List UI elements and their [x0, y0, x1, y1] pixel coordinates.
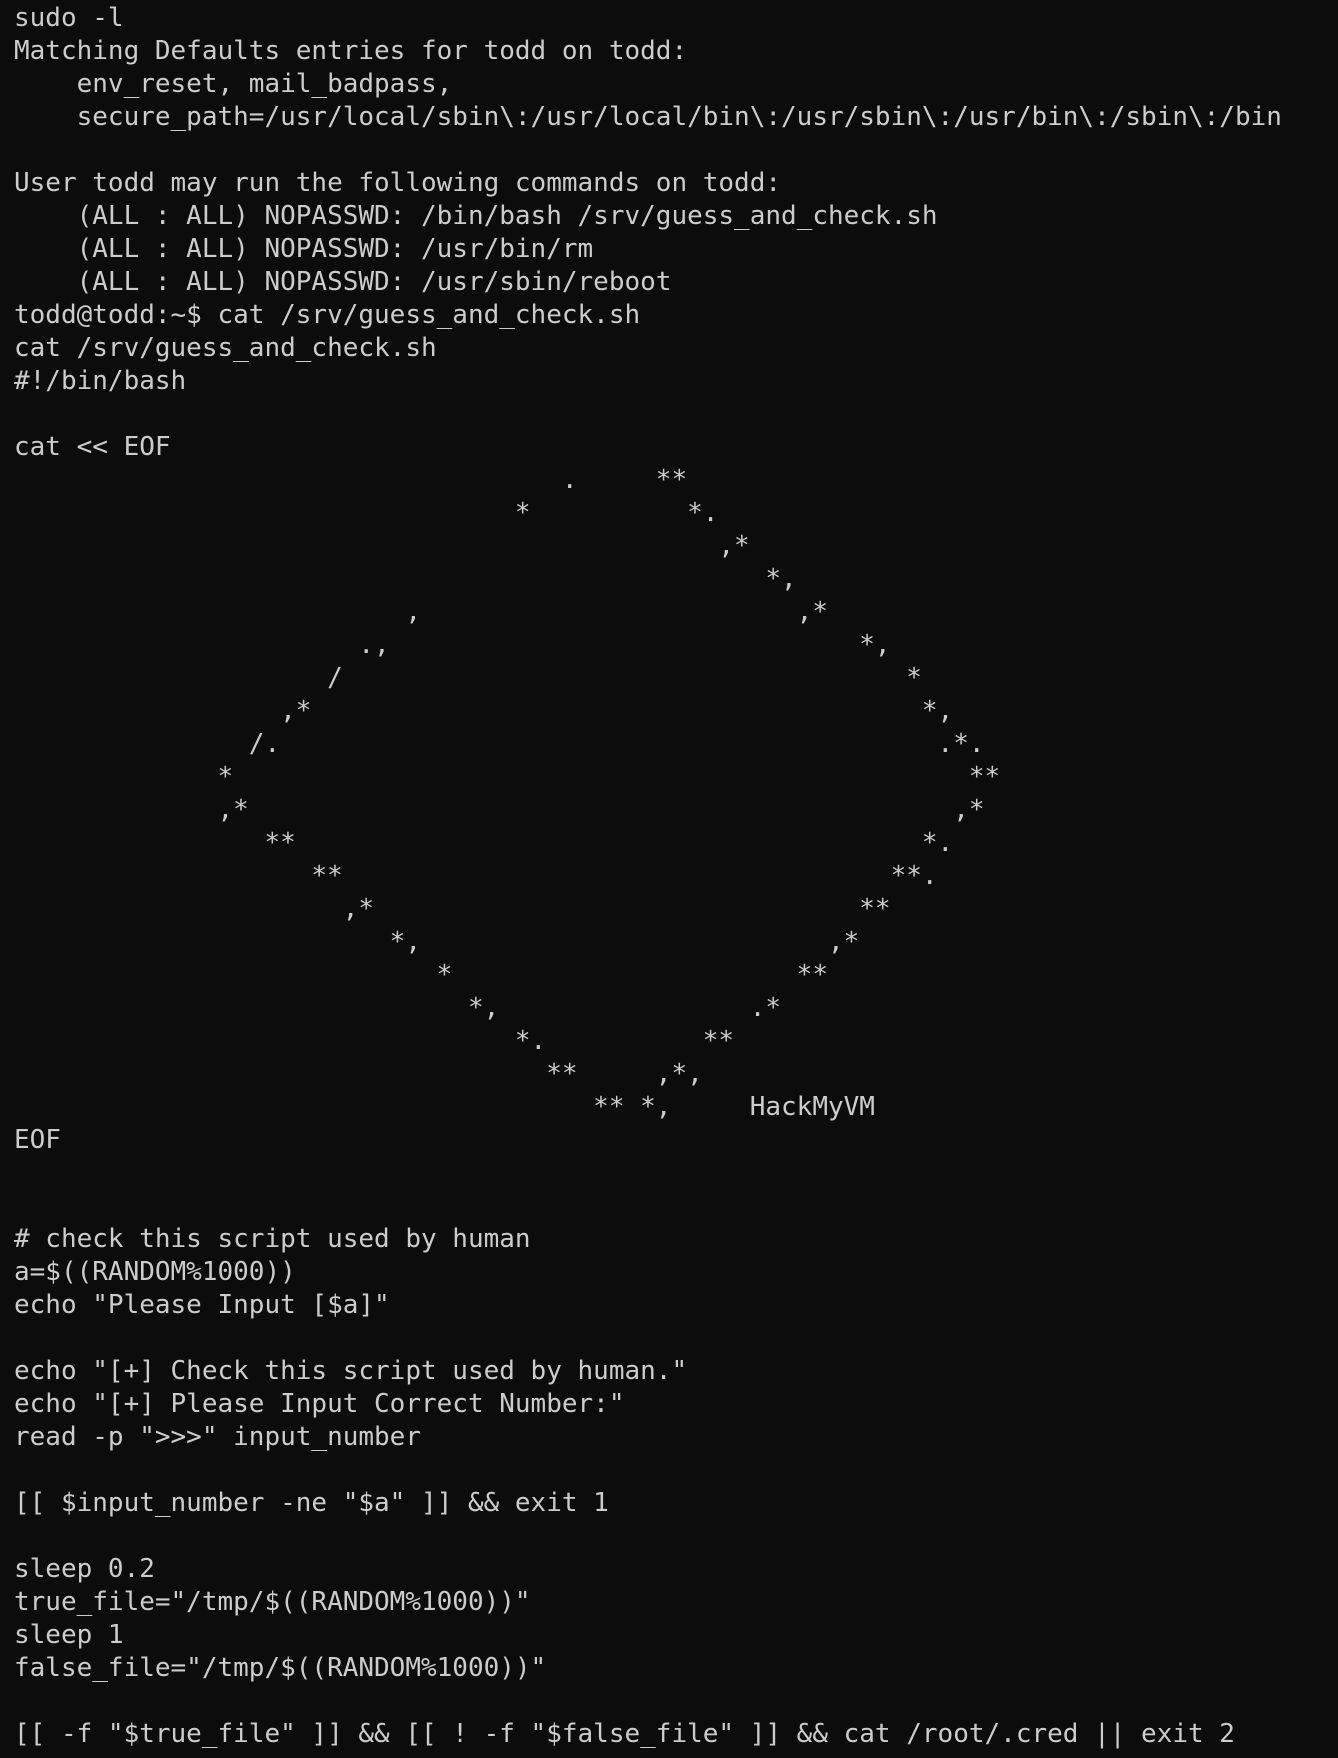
terminal-line: ,* **: [14, 894, 891, 924]
terminal-line: ** *.: [14, 828, 954, 858]
terminal-line: *, ,*: [14, 927, 860, 957]
terminal-line: ** **.: [14, 861, 938, 891]
terminal-line: cat << EOF: [14, 432, 171, 462]
terminal-line: (ALL : ALL) NOPASSWD: /usr/bin/rm: [14, 234, 594, 264]
terminal-line: . **: [14, 465, 688, 495]
terminal-line: echo "[+] Please Input Correct Number:": [14, 1389, 625, 1419]
terminal-line: *, .*: [14, 993, 782, 1023]
terminal-line: / *: [14, 663, 922, 693]
terminal-line: ,* ,*: [14, 795, 985, 825]
terminal-line: secure_path=/usr/local/sbin\:/usr/local/…: [14, 102, 1282, 132]
terminal-line: sudo -l: [14, 3, 124, 33]
terminal-line: cat /srv/guess_and_check.sh: [14, 333, 437, 363]
terminal-line: (ALL : ALL) NOPASSWD: /usr/sbin/reboot: [14, 267, 672, 297]
terminal-line: ,* *,: [14, 696, 954, 726]
terminal-line: read -p ">>>" input_number: [14, 1422, 421, 1452]
terminal-line: ., *,: [14, 630, 891, 660]
terminal-line: * **: [14, 762, 1001, 792]
terminal-line: (ALL : ALL) NOPASSWD: /bin/bash /srv/gue…: [14, 201, 938, 231]
terminal-line: echo "[+] Check this script used by huma…: [14, 1356, 688, 1386]
terminal-line: sleep 1: [14, 1620, 124, 1650]
terminal-line: # check this script used by human: [14, 1224, 531, 1254]
terminal-line: todd@todd:~$ cat /srv/guess_and_check.sh: [14, 300, 641, 330]
terminal-line: a=$((RANDOM%1000)): [14, 1257, 296, 1287]
terminal-output: sudo -l Matching Defaults entries for tod…: [14, 2, 1338, 1751]
terminal-line: *,: [14, 564, 797, 594]
terminal-line: EOF: [14, 1125, 61, 1155]
terminal-line: User todd may run the following commands…: [14, 168, 782, 198]
terminal-line: echo "Please Input [$a]": [14, 1290, 390, 1320]
terminal-line: true_file="/tmp/$((RANDOM%1000))": [14, 1587, 531, 1617]
terminal-line: ** ,*,: [14, 1059, 703, 1089]
terminal-line: [[ $input_number -ne "$a" ]] && exit 1: [14, 1488, 609, 1518]
terminal-line: Matching Defaults entries for todd on to…: [14, 36, 688, 66]
terminal-line: , ,*: [14, 597, 828, 627]
terminal-line: ,*: [14, 531, 750, 561]
terminal-line: env_reset, mail_badpass,: [14, 69, 453, 99]
terminal-line: ** *, HackMyVM: [14, 1092, 875, 1122]
terminal-line: * **: [14, 960, 828, 990]
terminal-line: #!/bin/bash: [14, 366, 187, 396]
terminal-line: *. **: [14, 1026, 735, 1056]
terminal-line: * *.: [14, 498, 719, 528]
terminal-window[interactable]: sudo -l Matching Defaults entries for tod…: [0, 0, 1338, 1758]
terminal-line: [[ -f "$true_file" ]] && [[ ! -f "$false…: [14, 1719, 1235, 1749]
terminal-line: false_file="/tmp/$((RANDOM%1000))": [14, 1653, 547, 1683]
terminal-line: /. .*.: [14, 729, 985, 759]
terminal-line: sleep 0.2: [14, 1554, 155, 1584]
